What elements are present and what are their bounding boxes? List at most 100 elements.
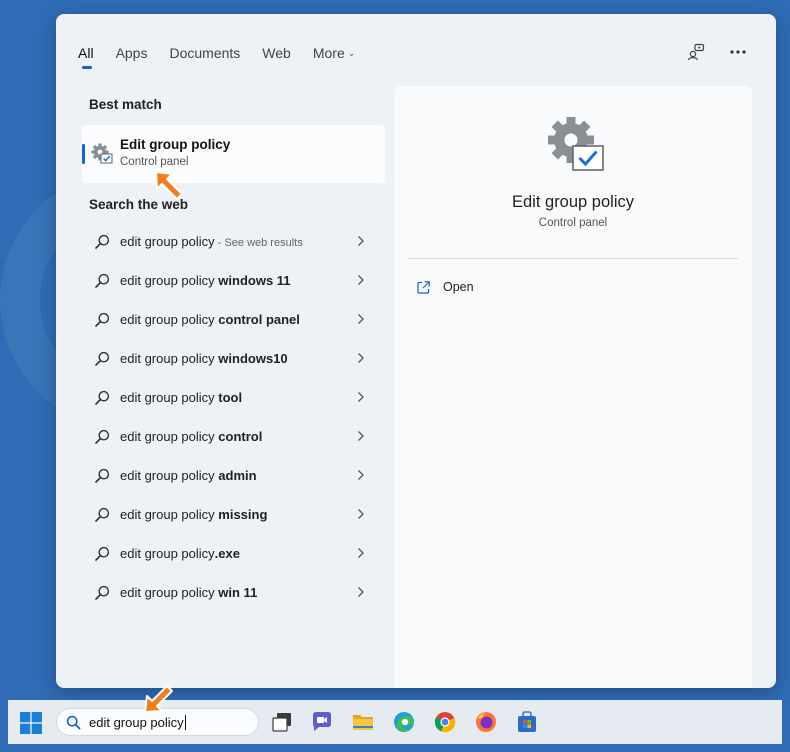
web-result-item[interactable]: edit group policy - See web results [82, 222, 385, 261]
result-suggestion: windows10 [218, 351, 288, 366]
chevron-down-icon: ⌄ [347, 48, 356, 58]
chevron-right-icon [358, 548, 364, 558]
web-result-item[interactable]: edit group policy tool [82, 378, 385, 417]
result-query: edit group policy [120, 390, 219, 405]
preview-divider [408, 258, 738, 259]
preview-title: Edit group policy [512, 193, 634, 211]
chevron-right-icon [358, 509, 364, 519]
result-suggestion: win 11 [218, 585, 258, 600]
preview-subtitle: Control panel [538, 217, 608, 229]
web-result-text: edit group policy admin [120, 468, 257, 483]
result-query: edit group policy [120, 351, 219, 366]
web-result-item[interactable]: edit group policy admin [82, 456, 385, 495]
selection-indicator [82, 144, 85, 164]
account-switch-icon[interactable] [686, 42, 706, 62]
edge-icon[interactable] [392, 710, 416, 734]
result-suggestion: control [218, 429, 263, 444]
web-result-item[interactable]: edit group policy windows10 [82, 339, 385, 378]
web-result-item[interactable]: edit group policy control panel [82, 300, 385, 339]
group-policy-gear-icon [91, 143, 113, 164]
tab-all[interactable]: All [78, 44, 94, 69]
web-result-text: edit group policy.exe [120, 546, 240, 561]
tab-apps[interactable]: Apps [116, 44, 148, 61]
web-result-text: edit group policy windows10 [120, 351, 288, 366]
tab-more[interactable]: More ⌄ [313, 44, 355, 61]
taskbar: edit group policy [8, 700, 782, 744]
result-suggestion: missing [218, 507, 268, 522]
web-result-item[interactable]: edit group policy.exe [82, 534, 385, 573]
text-caret [184, 715, 186, 730]
result-query: edit group policy [120, 585, 219, 600]
open-external-icon [417, 280, 430, 294]
taskbar-search-input[interactable]: edit group policy [56, 708, 259, 736]
search-icon [95, 468, 110, 483]
tab-label: More [312, 45, 345, 61]
top-right-actions [686, 42, 748, 62]
search-icon [95, 585, 110, 600]
search-icon [95, 273, 110, 288]
web-result-text: edit group policy - See web results [120, 234, 303, 249]
windows-logo-icon[interactable] [20, 712, 42, 734]
web-result-text: edit group policy tool [120, 390, 242, 405]
web-result-item[interactable]: edit group policy windows 11 [82, 261, 385, 300]
result-suggestion: tool [218, 390, 243, 405]
chevron-right-icon [358, 236, 364, 246]
preview-pane: Edit group policy Control panel Open [394, 86, 752, 688]
chat-icon[interactable] [310, 710, 334, 734]
result-query: edit group policy [120, 234, 215, 249]
task-view-icon[interactable] [270, 710, 294, 734]
web-result-item[interactable]: edit group policy missing [82, 495, 385, 534]
chevron-right-icon [358, 392, 364, 402]
result-suggestion: .exe [214, 546, 240, 561]
chevron-right-icon [358, 470, 364, 480]
result-hint: - See web results [214, 237, 303, 249]
chevron-right-icon [358, 353, 364, 363]
best-match-heading: Best match [89, 97, 162, 112]
open-button[interactable]: Open [416, 276, 474, 298]
web-result-item[interactable]: edit group policy win 11 [82, 573, 385, 612]
search-icon [66, 715, 81, 730]
web-results-list: edit group policy - See web results edit… [82, 222, 385, 612]
tab-label: Documents [169, 45, 241, 61]
search-web-heading: Search the web [89, 197, 189, 212]
result-query: edit group policy [120, 507, 219, 522]
result-suggestion: admin [218, 468, 257, 483]
file-explorer-icon[interactable] [351, 710, 375, 734]
chevron-right-icon [358, 587, 364, 597]
result-query: edit group policy [120, 546, 215, 561]
best-match-title: Edit group policy [120, 137, 231, 152]
web-result-text: edit group policy control [120, 429, 262, 444]
web-result-item[interactable]: edit group policy control [82, 417, 385, 456]
result-suggestion: control panel [218, 312, 300, 327]
search-icon [95, 390, 110, 405]
result-query: edit group policy [120, 429, 219, 444]
tab-label: All [78, 45, 94, 61]
tab-label: Apps [115, 45, 148, 61]
search-icon [95, 429, 110, 444]
search-text: edit group policy [89, 715, 184, 730]
start-menu-panel: All Apps Documents Web More⌄ Best match [56, 14, 776, 688]
web-result-text: edit group policy missing [120, 507, 267, 522]
search-icon [95, 312, 110, 327]
firefox-icon[interactable] [474, 710, 498, 734]
chevron-right-icon [358, 314, 364, 324]
chevron-right-icon [358, 275, 364, 285]
search-value: edit group policy [89, 715, 186, 730]
search-icon [95, 234, 110, 249]
web-result-text: edit group policy control panel [120, 312, 300, 327]
result-query: edit group policy [120, 312, 219, 327]
microsoft-store-icon[interactable] [515, 710, 539, 734]
group-policy-gear-icon [548, 117, 604, 171]
web-result-text: edit group policy windows 11 [120, 273, 291, 288]
chrome-icon[interactable] [433, 710, 457, 734]
best-match-item[interactable]: Edit group policy Control panel [82, 125, 385, 183]
open-label: Open [443, 280, 474, 294]
search-tabs: All Apps Documents Web More ⌄ [78, 44, 377, 74]
tab-documents[interactable]: Documents [169, 44, 240, 61]
more-options-icon[interactable] [728, 42, 748, 62]
tab-web[interactable]: Web [262, 44, 291, 61]
search-icon [95, 546, 110, 561]
chevron-right-icon [358, 431, 364, 441]
search-icon [95, 351, 110, 366]
best-match-subtitle: Control panel [120, 156, 189, 168]
